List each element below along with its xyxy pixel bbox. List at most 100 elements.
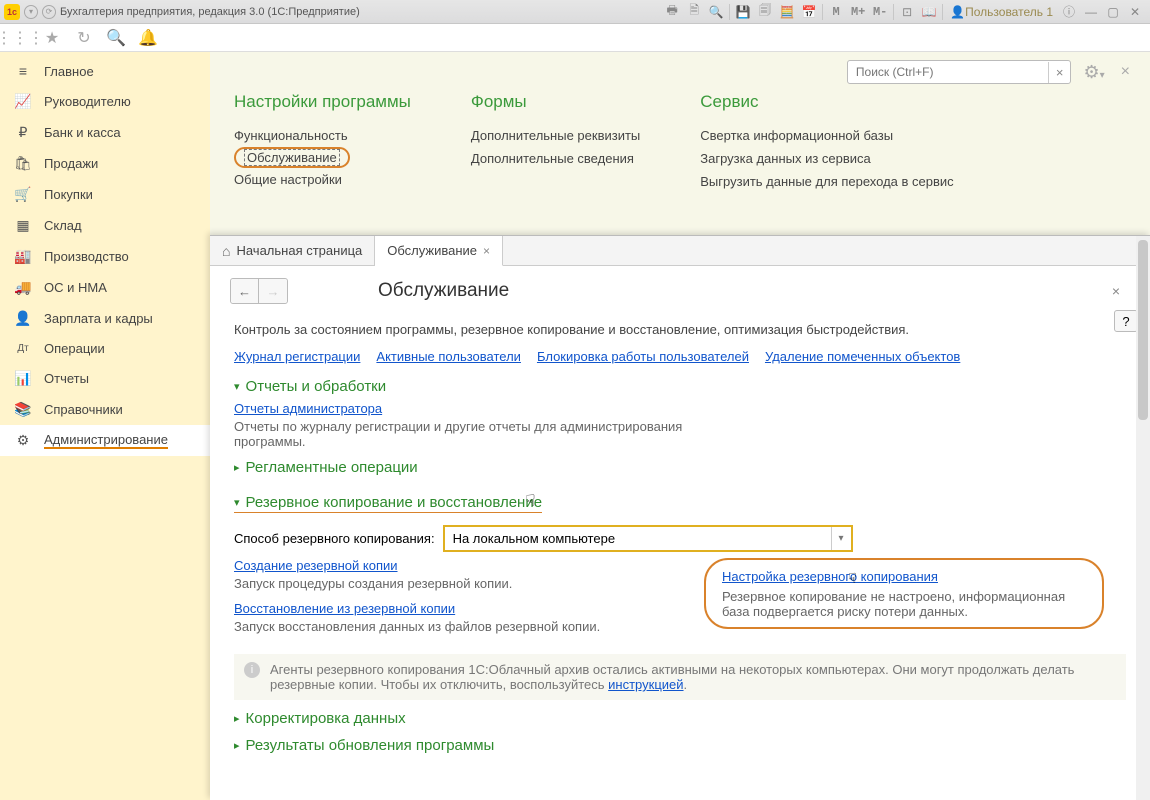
window-titlebar: 1c ▾ ⟳ Бухгалтерия предприятия, редакция… xyxy=(0,0,1150,24)
maximize-button[interactable]: ▢ xyxy=(1103,2,1123,22)
search-box: × xyxy=(847,60,1072,84)
sidebar-item-label: Зарплата и кадры xyxy=(44,311,153,326)
sidebar-item-operations[interactable]: ДтОперации xyxy=(0,334,210,363)
group-header-update[interactable]: ▸Результаты обновления программы xyxy=(234,737,1126,754)
close-panel-button[interactable]: × xyxy=(1117,59,1134,85)
print-icon[interactable]: 🖶 xyxy=(662,2,682,22)
sidebar-item-admin[interactable]: ⚙Администрирование xyxy=(0,425,210,456)
sidebar-item-bank[interactable]: ₽Банк и касса xyxy=(0,117,210,148)
link-extra-props[interactable]: Дополнительные реквизиты xyxy=(471,124,640,147)
group-data-correction: ▸Корректировка данных xyxy=(234,710,1126,727)
mminus-button[interactable]: M- xyxy=(870,2,890,22)
sidebar-item-assets[interactable]: 🚚ОС и НМА xyxy=(0,272,210,303)
link-create-backup[interactable]: Создание резервной копии xyxy=(234,558,398,573)
m-button[interactable]: M xyxy=(826,2,846,22)
minimize-button[interactable]: — xyxy=(1081,2,1101,22)
search-icon[interactable]: 🔍 xyxy=(104,26,128,50)
dropdown-icon[interactable]: ▾ xyxy=(831,527,851,550)
history-icon[interactable]: ↻ xyxy=(72,26,96,50)
calc-icon[interactable]: 🧮 xyxy=(777,2,797,22)
link-instruction[interactable]: инструкцией xyxy=(608,677,683,692)
link-active-users[interactable]: Активные пользователи xyxy=(376,349,521,364)
link-rollup[interactable]: Свертка информационной базы xyxy=(700,124,953,147)
sidebar-item-label: Продажи xyxy=(44,156,98,171)
sidebar-item-reports[interactable]: 📊Отчеты xyxy=(0,363,210,394)
subwindow-close-button[interactable]: × xyxy=(1112,283,1120,299)
sidebar: ≡Главное 📈Руководителю ₽Банк и касса 🛍 Пр… xyxy=(0,52,210,800)
dtct-icon: Дт xyxy=(14,343,32,354)
star-icon[interactable]: ★ xyxy=(40,26,64,50)
group-update-results: ▸Результаты обновления программы xyxy=(234,737,1126,754)
back-icon[interactable]: ⊡ xyxy=(897,2,917,22)
link-delete-marked[interactable]: Удаление помеченных объектов xyxy=(765,349,960,364)
sidebar-item-main[interactable]: ≡Главное xyxy=(0,56,210,86)
group-header-reports[interactable]: ▾Отчеты и обработки xyxy=(234,378,1126,395)
close-button[interactable]: ✕ xyxy=(1125,2,1145,22)
group-header-backup[interactable]: ▾Резервное копирование и восстановление xyxy=(234,494,542,513)
bag-icon: 🛍 xyxy=(14,155,32,172)
sidebar-item-refs[interactable]: 📚Справочники xyxy=(0,394,210,425)
nav-back-button[interactable]: ← xyxy=(231,279,259,303)
calendar-icon[interactable]: 📅 xyxy=(799,2,819,22)
copy-icon[interactable]: 🗐 xyxy=(755,2,775,22)
refresh-icon[interactable]: ⟳ xyxy=(42,5,56,19)
link-block-users[interactable]: Блокировка работы пользователей xyxy=(537,349,749,364)
backup-mode-select[interactable]: На локальном компьютере ▾ xyxy=(443,525,853,552)
tab-close-icon[interactable]: × xyxy=(483,244,490,258)
link-admin-reports[interactable]: Отчеты администратора xyxy=(234,401,382,416)
sidebar-item-sales[interactable]: 🛍 Продажи xyxy=(0,148,210,179)
link-load-service[interactable]: Загрузка данных из сервиса xyxy=(700,147,953,170)
section-title: Формы xyxy=(471,92,640,112)
sections: Настройки программы Функциональность Обс… xyxy=(210,92,1150,205)
mplus-button[interactable]: M+ xyxy=(848,2,868,22)
link-export-service[interactable]: Выгрузить данные для перехода в сервис xyxy=(700,170,953,193)
scrollbar[interactable] xyxy=(1136,236,1150,800)
print-preview-icon[interactable]: 🗎 xyxy=(684,2,704,22)
link-backup-settings[interactable]: Настройка резервного копирования☟ xyxy=(722,568,947,585)
backup-warning-text: Резервное копирование не настроено, инфо… xyxy=(722,589,1086,619)
text-restore-backup: Запуск восстановления данных из файлов р… xyxy=(234,619,654,634)
section-forms: Формы Дополнительные реквизиты Дополните… xyxy=(471,92,640,193)
factory-icon: 🏭 xyxy=(14,248,32,265)
page-title: Обслуживание xyxy=(378,280,509,302)
menu-icon: ≡ xyxy=(14,63,32,79)
clear-search-button[interactable]: × xyxy=(1048,62,1071,83)
sidebar-item-purchases[interactable]: 🛒Покупки xyxy=(0,179,210,210)
window-title: Бухгалтерия предприятия, редакция 3.0 (1… xyxy=(60,6,661,18)
link-service[interactable]: Обслуживание xyxy=(244,149,340,166)
link-log[interactable]: Журнал регистрации xyxy=(234,349,360,364)
link-functionality[interactable]: Функциональность xyxy=(234,124,411,147)
dropdown-icon[interactable]: ▾ xyxy=(24,5,38,19)
info-row: i Агенты резервного копирования 1С:Облач… xyxy=(234,654,1126,700)
cursor-icon: ☟ xyxy=(848,570,857,586)
sidebar-item-hr[interactable]: 👤Зарплата и кадры xyxy=(0,303,210,334)
nav-forward-button[interactable]: → xyxy=(259,279,287,303)
service-subwindow: ⌂Начальная страница Обслуживание× ← → Об… xyxy=(210,235,1150,800)
sidebar-item-label: Банк и касса xyxy=(44,125,121,140)
apps-icon[interactable]: ⋮⋮⋮ xyxy=(8,26,32,50)
help-button[interactable]: ? xyxy=(1114,310,1138,332)
scrollbar-thumb[interactable] xyxy=(1138,240,1148,420)
chevron-down-icon: ▾ xyxy=(234,380,240,393)
info-icon[interactable]: ⓘ xyxy=(1059,2,1079,22)
user-menu[interactable]: 👤 Пользователь 1 xyxy=(946,2,1057,22)
search-doc-icon[interactable]: 🔍 xyxy=(706,2,726,22)
info-icon: i xyxy=(244,662,260,678)
subwindow-body: ? Контроль за состоянием программы, резе… xyxy=(210,308,1150,800)
link-restore-backup[interactable]: Восстановление из резервной копии xyxy=(234,601,455,616)
link-general-settings[interactable]: Общие настройки xyxy=(234,168,411,191)
link-extra-info[interactable]: Дополнительные сведения xyxy=(471,147,640,170)
tab-home[interactable]: ⌂Начальная страница xyxy=(210,236,375,265)
sidebar-item-warehouse[interactable]: ▦Склад xyxy=(0,210,210,241)
settings-icon[interactable]: ⚙▾ xyxy=(1079,58,1108,87)
group-header-correction[interactable]: ▸Корректировка данных xyxy=(234,710,1126,727)
group-header-scheduled[interactable]: ▸Регламентные операции xyxy=(234,459,1126,476)
sidebar-item-production[interactable]: 🏭Производство xyxy=(0,241,210,272)
search-input[interactable] xyxy=(848,61,1048,83)
sidebar-item-manager[interactable]: 📈Руководителю xyxy=(0,86,210,117)
save-icon[interactable]: 💾 xyxy=(733,2,753,22)
bell-icon[interactable]: 🔔 xyxy=(136,26,160,50)
tab-service[interactable]: Обслуживание× xyxy=(375,236,503,266)
book-icon[interactable]: 📖 xyxy=(919,2,939,22)
sidebar-item-label: Администрирование xyxy=(44,432,168,449)
